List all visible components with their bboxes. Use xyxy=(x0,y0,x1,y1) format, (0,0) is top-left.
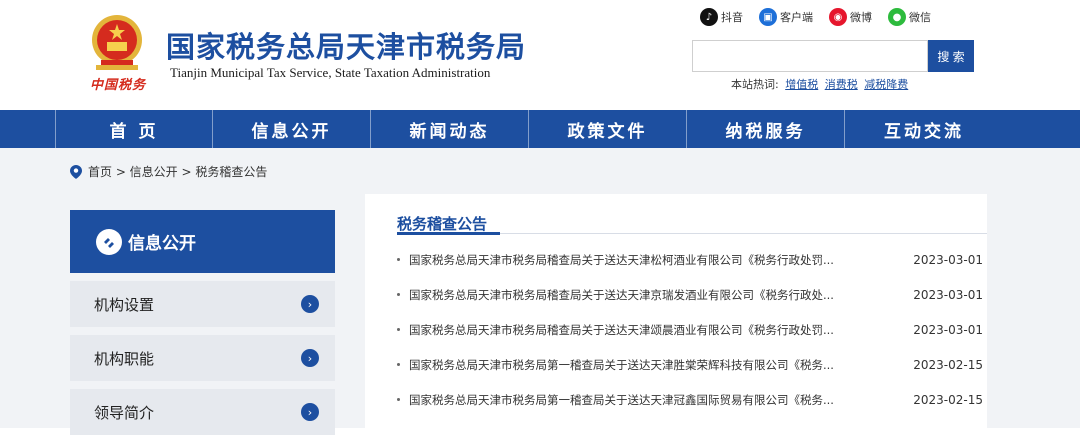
weibo-icon: ◉ xyxy=(829,8,847,26)
list-item-date: 2023-02-15 xyxy=(913,392,983,407)
list-item-date: 2023-03-01 xyxy=(913,322,983,337)
sidebar-item-label: 机构设置 xyxy=(94,295,155,314)
list-item[interactable]: 国家税务总局天津市税务局第一稽查局关于送达天津胜棠荣辉科技有限公司《税务... … xyxy=(397,347,987,382)
breadcrumb: 首页 > 信息公开 > 税务稽查公告 xyxy=(70,163,267,180)
nav-tax-service[interactable]: 纳税服务 xyxy=(687,110,845,148)
bullet-icon xyxy=(397,363,400,366)
site-title[interactable]: 国家税务总局天津市税务局 xyxy=(166,24,526,66)
bullet-icon xyxy=(397,398,400,401)
announcement-list: 国家税务总局天津市税务局稽查局关于送达天津松柯酒业有限公司《税务行政处罚... … xyxy=(397,242,987,417)
social-weibo[interactable]: ◉ 微博 xyxy=(829,8,872,26)
social-douyin[interactable]: ♪ 抖音 xyxy=(700,8,743,26)
title-underline xyxy=(397,232,500,235)
nav-policy-docs[interactable]: 政策文件 xyxy=(529,110,687,148)
list-item-date: 2023-02-15 xyxy=(913,357,983,372)
brand-script-logo: 中国税务 xyxy=(90,78,147,93)
hot-words-label: 本站热词: xyxy=(731,78,779,91)
main-panel: 税务稽查公告 国家税务总局天津市税务局稽查局关于送达天津松柯酒业有限公司《税务行… xyxy=(365,194,987,428)
bullet-icon xyxy=(397,328,400,331)
douyin-icon: ♪ xyxy=(700,8,718,26)
list-item-title[interactable]: 国家税务总局天津市税务局第一稽查局关于送达天津胜棠荣辉科技有限公司《税务... xyxy=(409,357,834,373)
list-item[interactable]: 国家税务总局天津市税务局第一稽查局关于送达天津冠鑫国际贸易有限公司《税务... … xyxy=(397,382,987,417)
site-header: 中国税务 国家税务总局天津市税务局 Tianjin Municipal Tax … xyxy=(0,0,1080,108)
bullet-icon xyxy=(397,258,400,261)
list-item[interactable]: 国家税务总局天津市税务局稽查局关于送达天津京瑞发酒业有限公司《税务行政处... … xyxy=(397,277,987,312)
list-item[interactable]: 国家税务总局天津市税务局稽查局关于送达天津松柯酒业有限公司《税务行政处罚... … xyxy=(397,242,987,277)
main-nav: 首 页 信息公开 新闻动态 政策文件 纳税服务 互动交流 xyxy=(0,110,1080,148)
social-links: ♪ 抖音 ▣ 客户端 ◉ 微博 ● 微信 xyxy=(700,8,947,26)
list-item-title[interactable]: 国家税务总局天津市税务局稽查局关于送达天津松柯酒业有限公司《税务行政处罚... xyxy=(409,252,834,268)
list-item-date: 2023-03-01 xyxy=(913,287,983,302)
hot-word-link[interactable]: 减税降费 xyxy=(864,78,908,91)
chevron-right-icon: › xyxy=(301,403,319,421)
nav-news[interactable]: 新闻动态 xyxy=(371,110,529,148)
location-pin-icon xyxy=(70,164,82,179)
hot-words: 本站热词: 增值税 消费税 减税降费 xyxy=(731,76,908,92)
list-item[interactable]: 国家税务总局天津市税务局稽查局关于送达天津颂晨酒业有限公司《税务行政处罚... … xyxy=(397,312,987,347)
hot-word-link[interactable]: 消费税 xyxy=(825,78,858,91)
sidebar-item-label: 机构职能 xyxy=(94,349,155,368)
chevron-right-icon: › xyxy=(301,295,319,313)
search-button[interactable]: 搜 索 xyxy=(928,40,974,72)
sidebar-item-label: 领导简介 xyxy=(94,403,155,422)
nav-interaction[interactable]: 互动交流 xyxy=(845,110,1003,148)
sidebar-title: 信息公开 xyxy=(128,234,196,254)
chevron-right-icon: › xyxy=(301,349,319,367)
sidebar-item-org-functions[interactable]: 机构职能 › xyxy=(70,335,335,381)
nav-info-disclosure[interactable]: 信息公开 xyxy=(213,110,371,148)
breadcrumb-text[interactable]: 首页 > 信息公开 > 税务稽查公告 xyxy=(88,163,267,180)
list-item-title[interactable]: 国家税务总局天津市税务局稽查局关于送达天津颂晨酒业有限公司《税务行政处罚... xyxy=(409,322,834,338)
hot-word-link[interactable]: 增值税 xyxy=(785,78,818,91)
list-item-title[interactable]: 国家税务总局天津市税务局稽查局关于送达天津京瑞发酒业有限公司《税务行政处... xyxy=(409,287,834,303)
info-disclosure-icon xyxy=(96,228,122,255)
social-wechat[interactable]: ● 微信 xyxy=(888,8,931,26)
list-item-title[interactable]: 国家税务总局天津市税务局第一稽查局关于送达天津冠鑫国际贸易有限公司《税务... xyxy=(409,392,834,408)
nav-home[interactable]: 首 页 xyxy=(55,110,213,148)
wechat-icon: ● xyxy=(888,8,906,26)
sidebar-item-leaders[interactable]: 领导简介 › xyxy=(70,389,335,435)
section-title: 税务稽查公告 xyxy=(397,215,488,233)
sidebar: 信息公开 机构设置 › 机构职能 › 领导简介 › xyxy=(70,210,335,435)
bullet-icon xyxy=(397,293,400,296)
social-client[interactable]: ▣ 客户端 xyxy=(759,8,813,26)
client-icon: ▣ xyxy=(759,8,777,26)
sidebar-header: 信息公开 xyxy=(70,210,335,273)
sidebar-item-org-setup[interactable]: 机构设置 › xyxy=(70,281,335,327)
list-item-date: 2023-03-01 xyxy=(913,252,983,267)
national-emblem-icon xyxy=(92,15,142,70)
site-subtitle: Tianjin Municipal Tax Service, State Tax… xyxy=(170,65,491,80)
search-input[interactable] xyxy=(692,40,928,72)
